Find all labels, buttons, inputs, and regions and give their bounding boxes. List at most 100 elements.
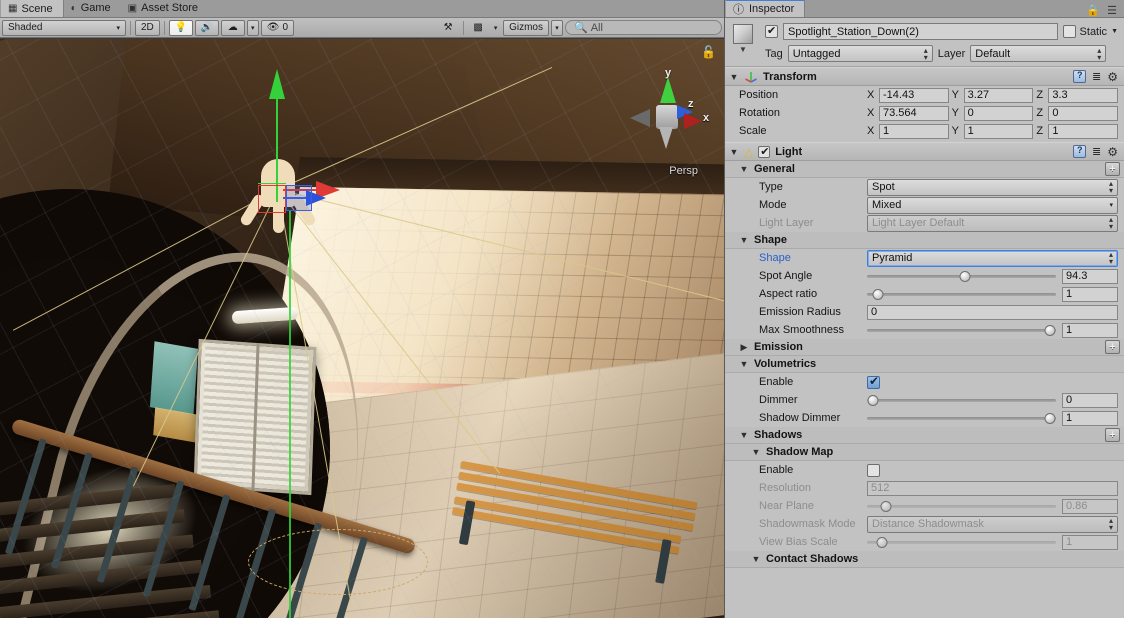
position-y-input[interactable]: 3.27 xyxy=(963,87,1034,103)
projection-mode-label[interactable]: Persp xyxy=(669,165,698,177)
gizmos-button[interactable]: Gizmos xyxy=(503,19,549,36)
gameobject-name-input[interactable]: Spotlight_Station_Down(2) xyxy=(783,23,1058,40)
max-smoothness-input[interactable]: 1 xyxy=(1062,322,1118,338)
shadow-map-section-header[interactable]: ▼ Shadow Map xyxy=(725,444,1124,461)
tab-scene[interactable]: ▦ Scene xyxy=(0,0,64,17)
chevron-down-icon[interactable]: ▼ xyxy=(1111,28,1118,35)
position-x-input[interactable]: -14.43 xyxy=(879,87,949,103)
gizmo-y-cone[interactable] xyxy=(660,77,676,103)
max-smoothness-row: Max Smoothness 1 xyxy=(725,321,1124,339)
gear-icon[interactable]: ⚙ xyxy=(1107,70,1118,84)
preset-icon[interactable]: ≣ xyxy=(1092,70,1101,83)
spot-angle-slider[interactable] xyxy=(867,270,1056,283)
slider-knob[interactable] xyxy=(1044,324,1056,336)
effects-dropdown[interactable]: ▾ xyxy=(246,19,259,36)
volumetrics-enable-checkbox[interactable] xyxy=(867,374,880,389)
gizmo-neg-y-cone[interactable] xyxy=(659,127,673,149)
shape-section-header[interactable]: ▼ Shape xyxy=(725,232,1124,249)
chevron-down-icon[interactable]: ▼ xyxy=(739,45,747,54)
slider-knob[interactable] xyxy=(872,288,884,300)
gear-icon[interactable]: ⚙ xyxy=(1107,145,1118,159)
slider-knob[interactable] xyxy=(959,270,971,282)
rotation-y-input[interactable]: 0 xyxy=(963,105,1034,121)
tools-icon[interactable]: ⚒ xyxy=(437,20,459,36)
light-type-dropdown[interactable]: Spot ▴ ▾ xyxy=(867,178,1118,196)
foldout-arrow-icon[interactable]: ▼ xyxy=(729,147,739,157)
dimmer-slider[interactable] xyxy=(867,394,1056,407)
unlock-icon[interactable]: 🔓 xyxy=(701,45,716,59)
foldout-arrow-icon[interactable]: ▼ xyxy=(751,447,761,457)
layer-dropdown[interactable]: Default ▴ ▾ xyxy=(970,45,1107,62)
foldout-arrow-icon[interactable]: ▶ xyxy=(739,342,749,353)
aspect-ratio-input[interactable]: 1 xyxy=(1062,286,1118,302)
spot-angle-input[interactable]: 94.3 xyxy=(1062,268,1118,284)
camera-dropdown[interactable]: ▾ xyxy=(490,20,501,36)
general-section-header[interactable]: ▼ General + xyxy=(725,161,1124,178)
move-gizmo-xy-plane[interactable] xyxy=(258,185,286,213)
draw-mode-dropdown[interactable]: Shaded ▾ xyxy=(2,19,126,36)
emission-section-header[interactable]: ▶ Emission + xyxy=(725,339,1124,356)
light-component-header[interactable]: ▼ △ Light ≣ ⚙ xyxy=(725,142,1124,161)
tab-inspector[interactable]: ⓘ Inspector xyxy=(725,0,806,17)
preset-icon[interactable]: ≣ xyxy=(1092,145,1101,158)
gizmo-center-cube[interactable] xyxy=(656,105,678,129)
scale-y-input[interactable]: 1 xyxy=(963,123,1034,139)
static-checkbox[interactable] xyxy=(1062,25,1076,38)
contact-shadows-section-header[interactable]: ▼ Contact Shadows xyxy=(725,551,1124,568)
effects-icon[interactable]: ☁ xyxy=(220,19,245,36)
add-override-button[interactable]: + xyxy=(1105,162,1120,176)
transform-component-header[interactable]: ▼ Transform ≣ ⚙ xyxy=(725,67,1124,86)
lightbulb-icon[interactable]: 💡 xyxy=(168,19,193,36)
toggle-2d-button[interactable]: 2D xyxy=(135,19,160,36)
foldout-arrow-icon[interactable]: ▼ xyxy=(739,359,749,369)
slider-knob[interactable] xyxy=(867,394,879,406)
foldout-arrow-icon[interactable]: ▼ xyxy=(739,164,749,174)
scene-view-orientation-gizmo[interactable]: y z x Persp xyxy=(626,65,712,177)
hidden-objects-toggle[interactable]: 👁 0 xyxy=(260,19,295,36)
emission-radius-input[interactable]: 0 xyxy=(867,304,1118,320)
add-override-button[interactable]: + xyxy=(1105,340,1120,354)
help-icon[interactable] xyxy=(1073,145,1087,158)
scene-viewport[interactable]: 🔓 y z x Persp xyxy=(0,39,724,618)
volumetrics-section-header[interactable]: ▼ Volumetrics xyxy=(725,356,1124,373)
gizmo-x-cone[interactable] xyxy=(684,113,702,129)
add-override-button[interactable]: + xyxy=(1105,428,1120,442)
light-mode-dropdown[interactable]: Mixed ▾ xyxy=(867,196,1118,214)
foldout-arrow-icon[interactable]: ▼ xyxy=(739,430,749,440)
foldout-arrow-icon[interactable]: ▼ xyxy=(739,235,749,245)
shadow-dimmer-input[interactable]: 1 xyxy=(1062,410,1118,426)
shadow-dimmer-slider[interactable] xyxy=(867,412,1056,425)
shadow-map-enable-checkbox[interactable] xyxy=(867,463,880,477)
slider-knob[interactable] xyxy=(1044,412,1056,424)
light-enabled-checkbox[interactable] xyxy=(758,145,771,158)
speaker-icon[interactable]: 🔊 xyxy=(194,19,219,36)
foldout-arrow-icon[interactable]: ▼ xyxy=(729,72,739,82)
slider-knob xyxy=(876,536,888,548)
camera-icon[interactable]: ▩ xyxy=(468,20,488,36)
move-gizmo-xz-plane[interactable] xyxy=(258,183,286,186)
gizmos-dropdown[interactable]: ▾ xyxy=(550,19,563,36)
scale-x-input[interactable]: 1 xyxy=(879,123,949,139)
scale-z-input[interactable]: 1 xyxy=(1048,123,1119,139)
move-gizmo-yz-plane[interactable] xyxy=(286,185,312,211)
shape-dropdown[interactable]: Pyramid ▴ ▾ xyxy=(867,249,1118,267)
shape-title: Shape xyxy=(754,234,788,246)
aspect-ratio-slider[interactable] xyxy=(867,288,1056,301)
rotation-x-input[interactable]: 73.564 xyxy=(879,105,949,121)
lock-icon[interactable]: 🔒 xyxy=(1086,4,1100,17)
gizmo-neg-x-cone[interactable] xyxy=(630,109,650,127)
shadows-section-header[interactable]: ▼ Shadows + xyxy=(725,427,1124,444)
hamburger-menu-icon[interactable]: ☰ xyxy=(1107,4,1117,17)
move-gizmo-y-arrow[interactable] xyxy=(269,69,285,99)
gameobject-active-checkbox[interactable] xyxy=(765,24,778,38)
dimmer-input[interactable]: 0 xyxy=(1062,392,1118,408)
tag-dropdown[interactable]: Untagged ▴ ▾ xyxy=(787,45,933,62)
rotation-z-input[interactable]: 0 xyxy=(1048,105,1119,121)
tab-asset-store[interactable]: ▣ Asset Store xyxy=(121,0,208,17)
max-smoothness-slider[interactable] xyxy=(867,324,1056,337)
foldout-arrow-icon[interactable]: ▼ xyxy=(751,554,761,564)
help-icon[interactable] xyxy=(1073,70,1087,83)
tab-game[interactable]: ◐ Game xyxy=(64,0,121,17)
position-z-input[interactable]: 3.3 xyxy=(1048,87,1119,103)
scene-search-input[interactable]: 🔍 All xyxy=(564,20,722,35)
